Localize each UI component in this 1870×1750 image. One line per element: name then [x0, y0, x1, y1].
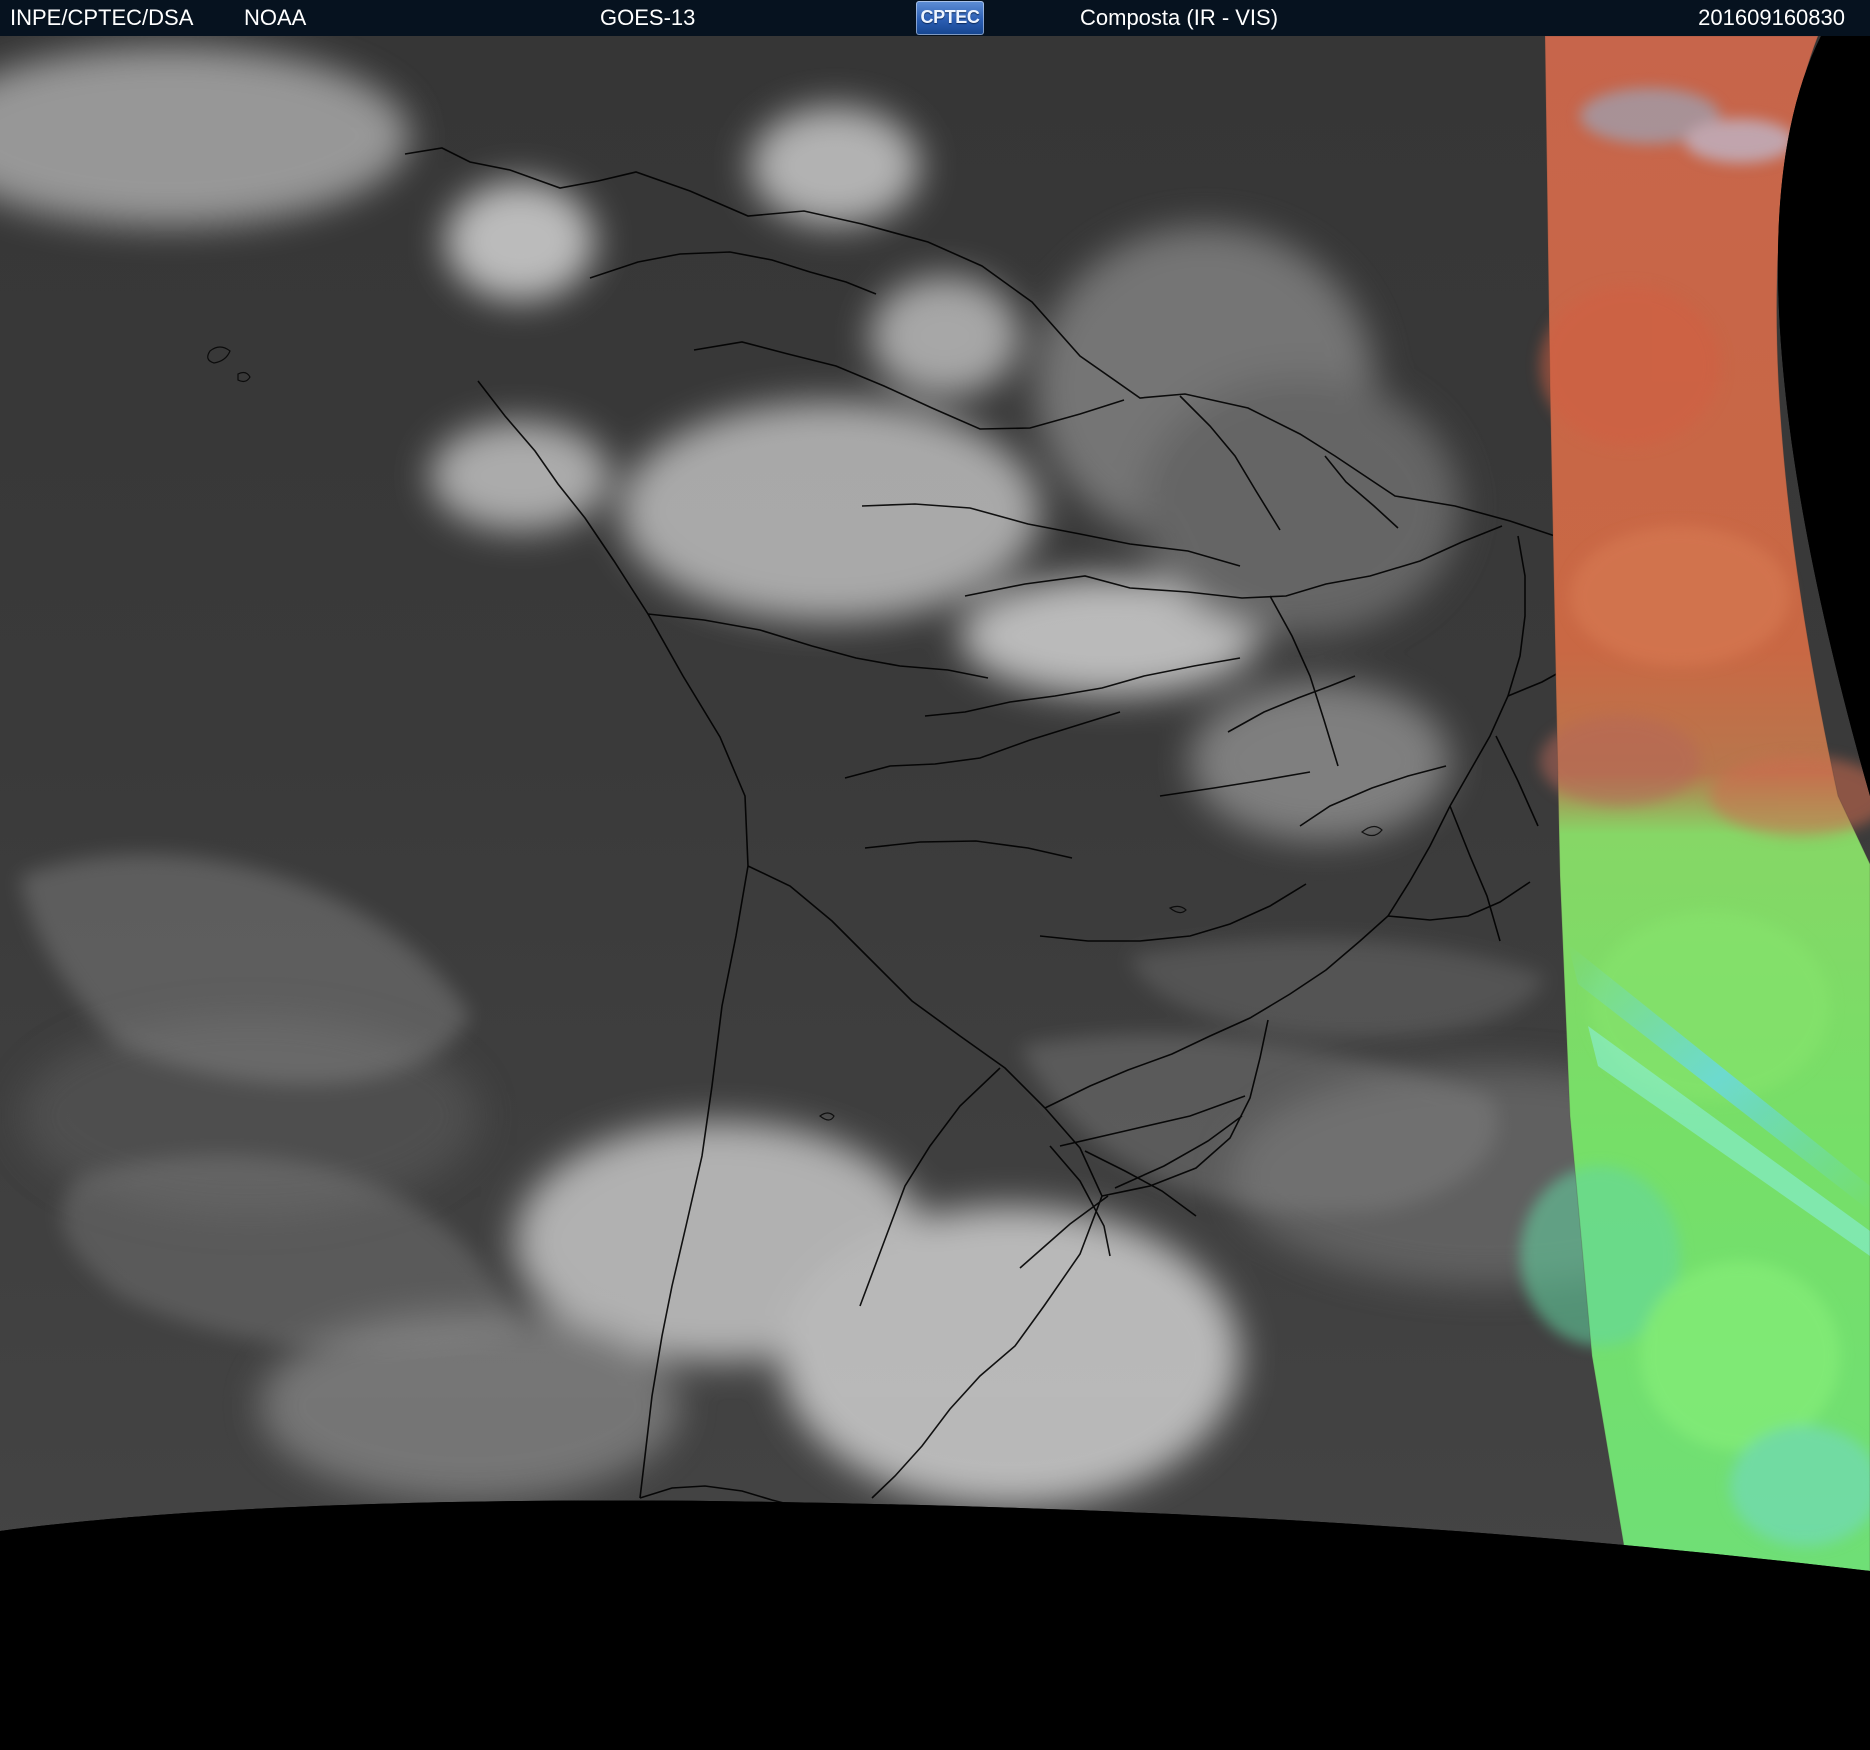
cloud-cluster-central-america: [445, 181, 595, 301]
timestamp-label: 201609160830: [1698, 5, 1845, 30]
cloud-amazon-west: [620, 401, 1040, 621]
satellite-map-svg: [0, 36, 1870, 1750]
cloud-cluster-guiana: [870, 276, 1020, 396]
agency-primary-label: INPE/CPTEC/DSA: [10, 5, 194, 30]
agency-secondary-label: NOAA: [244, 5, 307, 30]
cloud-cluster-caribbean: [750, 106, 920, 226]
satellite-image-viewer: INPE/CPTEC/DSA NOAA GOES-13 Composta (IR…: [0, 0, 1870, 1750]
satellite-map-area: [0, 36, 1870, 1750]
earth-disk: [0, 36, 1870, 1571]
satellite-name-label: GOES-13: [600, 5, 696, 30]
logo-text: CPTEC: [920, 7, 980, 27]
cptec-logo: CPTEC: [916, 1, 984, 35]
cloud-central-atlantic: [1140, 376, 1460, 636]
product-label: Composta (IR - VIS): [1080, 5, 1279, 30]
cloud-south-atlantic-front: [780, 1206, 1240, 1506]
